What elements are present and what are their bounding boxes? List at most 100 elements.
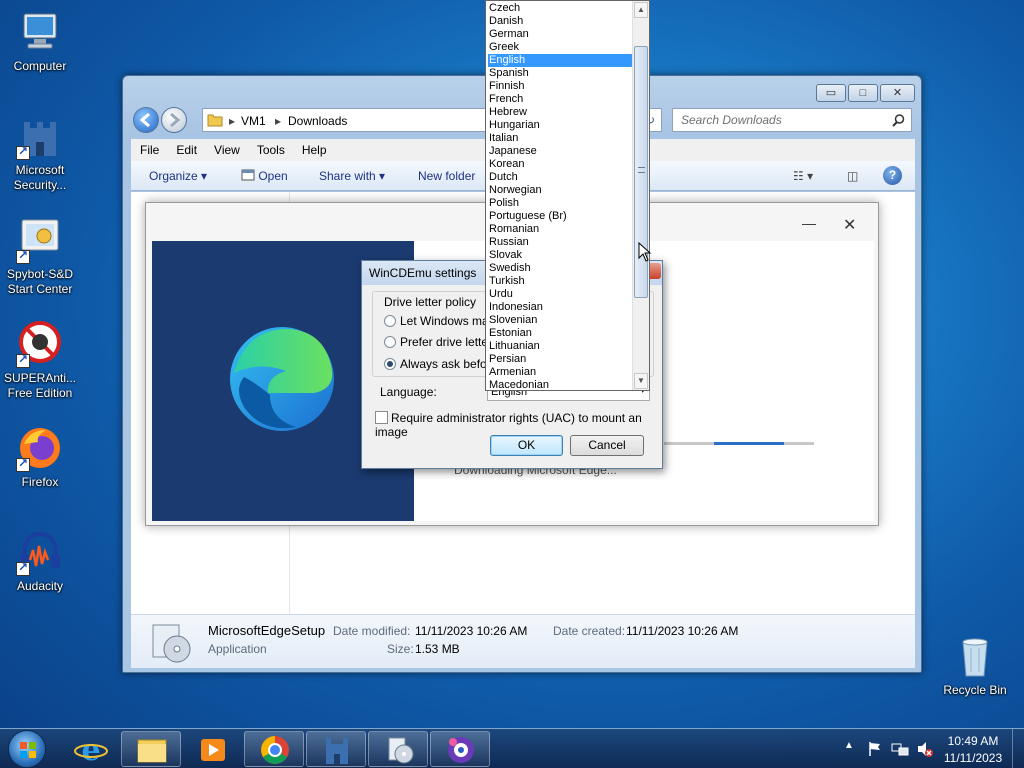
desktop-icon-audacity[interactable]: Audacity bbox=[0, 528, 80, 594]
language-option[interactable]: Korean bbox=[488, 158, 632, 171]
show-desktop-button[interactable] bbox=[1012, 729, 1024, 768]
volume-muted-icon[interactable] bbox=[916, 740, 934, 758]
language-option[interactable]: Portuguese (Br) bbox=[488, 210, 632, 223]
ok-button[interactable]: OK bbox=[490, 435, 563, 456]
desktop-icon-label: SUPERAnti... Free Edition bbox=[3, 371, 77, 400]
language-option[interactable]: Lithuanian bbox=[488, 340, 632, 353]
language-option[interactable]: Dutch bbox=[488, 171, 632, 184]
radio-button[interactable] bbox=[384, 315, 396, 327]
audacity-icon bbox=[16, 528, 64, 576]
desktop-icon-label: Audacity bbox=[16, 579, 64, 593]
taskbar-explorer[interactable] bbox=[121, 731, 181, 767]
desktop-icon-superantispyware[interactable]: SUPERAnti... Free Edition bbox=[0, 320, 80, 401]
language-option[interactable]: Swedish bbox=[488, 262, 632, 275]
desktop-icon-spybot[interactable]: Spybot-S&D Start Center bbox=[0, 216, 80, 297]
language-option[interactable]: Polish bbox=[488, 197, 632, 210]
taskbar-media-player[interactable] bbox=[182, 731, 242, 767]
desktop-icon-firefox[interactable]: Firefox bbox=[0, 424, 80, 490]
taskbar-setup[interactable] bbox=[368, 731, 428, 767]
show-hidden-icons-icon[interactable]: ▲ bbox=[844, 740, 854, 751]
search-input[interactable]: Search Downloads bbox=[672, 108, 912, 132]
edge-minimize-button[interactable]: — bbox=[802, 215, 816, 231]
castle-icon bbox=[326, 738, 348, 764]
desktop-icon-microsoft-security[interactable]: Microsoft Security... bbox=[0, 112, 80, 193]
radio-button-selected[interactable] bbox=[384, 358, 396, 370]
language-option[interactable]: French bbox=[488, 93, 632, 106]
minimize-button[interactable]: ▭ bbox=[816, 84, 846, 102]
language-option[interactable]: Slovak bbox=[488, 249, 632, 262]
wincdemu-icon bbox=[448, 737, 474, 763]
back-button[interactable] bbox=[133, 107, 159, 133]
desktop-icon-recycle-bin[interactable]: Recycle Bin bbox=[935, 632, 1015, 698]
language-option[interactable]: Urdu bbox=[488, 288, 632, 301]
edge-logo-icon bbox=[230, 327, 334, 431]
menu-tools[interactable]: Tools bbox=[248, 139, 293, 157]
taskbar-wincdemu[interactable] bbox=[430, 731, 490, 767]
scroll-up-icon[interactable]: ▲ bbox=[634, 2, 648, 18]
language-option[interactable]: Turkish bbox=[488, 275, 632, 288]
menu-file[interactable]: File bbox=[131, 139, 167, 157]
forward-button[interactable] bbox=[161, 107, 187, 133]
preview-pane-icon[interactable]: ◫ bbox=[847, 169, 858, 183]
language-option[interactable]: Indonesian bbox=[488, 301, 632, 314]
language-option[interactable]: Armenian bbox=[488, 366, 632, 379]
new-folder-button[interactable]: New folder bbox=[418, 169, 475, 183]
taskbar-chrome[interactable] bbox=[244, 731, 304, 767]
menu-view[interactable]: View bbox=[205, 139, 248, 157]
language-option[interactable]: Estonian bbox=[488, 327, 632, 340]
organize-button[interactable]: Organize ▾ bbox=[149, 169, 207, 183]
language-option[interactable]: Japanese bbox=[488, 145, 632, 158]
mouse-cursor-icon bbox=[638, 242, 652, 262]
date-created-label: Date created: bbox=[553, 624, 626, 638]
language-option[interactable]: Romanian bbox=[488, 223, 632, 236]
language-option[interactable]: Russian bbox=[488, 236, 632, 249]
language-option[interactable]: Macedonian bbox=[488, 379, 632, 390]
language-option[interactable]: Greek bbox=[488, 41, 632, 54]
open-button[interactable]: Open bbox=[241, 169, 288, 183]
close-button[interactable]: ✕ bbox=[880, 84, 915, 102]
breadcrumb-vm1[interactable]: VM1 bbox=[241, 114, 266, 128]
dropdown-scrollbar[interactable]: ▲ ▼ bbox=[632, 1, 649, 390]
open-icon bbox=[241, 169, 255, 181]
shortcut-arrow-icon bbox=[16, 248, 30, 264]
taskbar-security-essentials[interactable] bbox=[306, 731, 366, 767]
forward-arrow-icon bbox=[170, 112, 181, 128]
cancel-button[interactable]: Cancel bbox=[570, 435, 644, 456]
desktop-icon-label: Microsoft Security... bbox=[13, 163, 67, 192]
desktop-icon-computer[interactable]: Computer bbox=[0, 8, 80, 74]
language-option[interactable]: Spanish bbox=[488, 67, 632, 80]
network-icon[interactable] bbox=[891, 740, 909, 758]
clock-date[interactable]: 11/11/2023 bbox=[938, 751, 1008, 765]
clock-time[interactable]: 10:49 AM bbox=[938, 734, 1008, 748]
action-center-flag-icon[interactable] bbox=[867, 741, 883, 757]
language-option[interactable]: Danish bbox=[488, 15, 632, 28]
scroll-down-icon[interactable]: ▼ bbox=[634, 373, 648, 389]
start-button[interactable] bbox=[8, 730, 46, 768]
language-option[interactable]: German bbox=[488, 28, 632, 41]
setup-disc-icon bbox=[388, 737, 414, 764]
uac-checkbox[interactable] bbox=[375, 411, 388, 424]
edge-close-button[interactable]: ✕ bbox=[843, 215, 856, 235]
view-options-icon[interactable]: ☷ ▾ bbox=[793, 169, 813, 183]
menu-edit[interactable]: Edit bbox=[167, 139, 205, 157]
language-option[interactable]: Persian bbox=[488, 353, 632, 366]
taskbar-ie[interactable]: e bbox=[60, 731, 120, 768]
help-icon[interactable]: ? bbox=[883, 166, 902, 185]
language-option[interactable]: Finnish bbox=[488, 80, 632, 93]
radio-always-ask[interactable]: Always ask before bbox=[384, 357, 497, 371]
breadcrumb-separator-icon: ▸ bbox=[275, 114, 282, 128]
language-option[interactable]: Norwegian bbox=[488, 184, 632, 197]
breadcrumb-downloads[interactable]: Downloads bbox=[288, 114, 347, 128]
share-with-button[interactable]: Share with ▾ bbox=[319, 169, 385, 183]
language-option[interactable]: Hungarian bbox=[488, 119, 632, 132]
dialog-close-button[interactable] bbox=[649, 263, 661, 279]
language-option[interactable]: English bbox=[488, 54, 632, 67]
radio-button[interactable] bbox=[384, 336, 396, 348]
language-option[interactable]: Czech bbox=[488, 2, 632, 15]
radio-prefer-drive-letter[interactable]: Prefer drive letter bbox=[384, 335, 492, 349]
language-option[interactable]: Hebrew bbox=[488, 106, 632, 119]
language-option[interactable]: Italian bbox=[488, 132, 632, 145]
language-option[interactable]: Slovenian bbox=[488, 314, 632, 327]
menu-help[interactable]: Help bbox=[293, 139, 335, 157]
maximize-button[interactable]: □ bbox=[848, 84, 878, 102]
